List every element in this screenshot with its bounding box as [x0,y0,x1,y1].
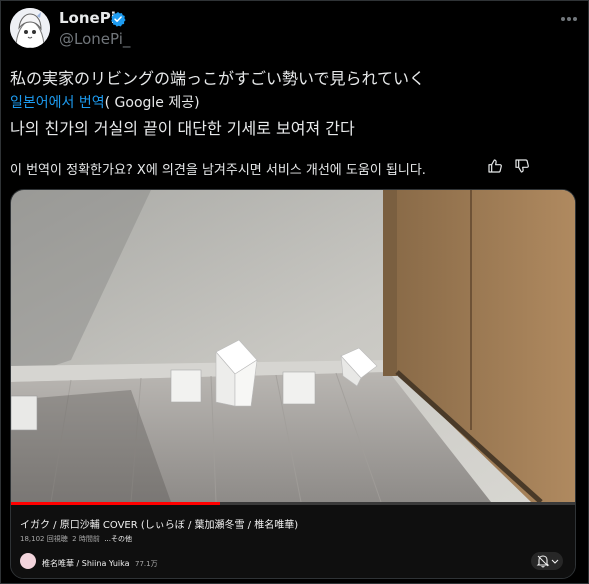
verified-badge-icon [111,12,126,27]
translation-provider: ( Google 제공) [104,95,200,111]
video-views: 18,102 回視聴 [20,535,68,543]
author-avatar[interactable] [10,8,50,48]
author-display-name[interactable]: LonePi [59,9,116,27]
thumbs-up-icon[interactable] [487,158,503,174]
post-card: LonePi @LonePi_ 私の実家のリビングの端っこがすごい勢いで見られて… [0,0,589,584]
subscribe-bell-button[interactable] [531,552,563,570]
video-frame[interactable] [11,190,576,502]
translation-source-link[interactable]: 일본어에서 번역 [10,95,105,111]
channel-avatar[interactable] [20,553,36,569]
cube-1 [11,395,38,431]
translation-attribution: 일본어에서 번역( Google 제공) [10,92,200,112]
more-options-icon[interactable] [559,11,579,27]
video-age: 2 時間前 [72,535,100,543]
thumbs-down-icon[interactable] [514,158,530,174]
cube-4 [282,371,316,405]
video-meta: 18,102 回視聴 2 時間前 ...その他 [20,534,132,544]
post-translated-text: 나의 친가의 거실의 끝이 대단한 기세로 보여져 간다 [10,119,355,138]
author-handle[interactable]: @LonePi_ [59,30,130,48]
notification-bell-icon [536,555,559,568]
channel-subscribers: 77.1万 [135,560,158,568]
video-title[interactable]: イガク / 原口沙輔 COVER (しぃらぼ / 葉加瀬冬雪 / 椎名唯華) [20,516,298,531]
avatar-illustration [10,8,50,48]
post-original-text: 私の実家のリビングの端っこがすごい勢いで見られていく [10,69,426,88]
embedded-video[interactable]: イガク / 原口沙輔 COVER (しぃらぼ / 葉加瀬冬雪 / 椎名唯華) 1… [10,189,576,579]
channel-name[interactable]: 椎名唯華 / Shiina Yuika [42,558,130,569]
video-more-link[interactable]: ...その他 [104,535,132,543]
translation-feedback-prompt: 이 번역이 정확한가요? X에 의견을 남겨주시면 서비스 개선에 도움이 됩니… [10,163,426,178]
cube-2 [170,369,202,403]
video-info-bar: イガク / 原口沙輔 COVER (しぃらぼ / 葉加瀬冬雪 / 椎名唯華) 1… [11,505,575,578]
